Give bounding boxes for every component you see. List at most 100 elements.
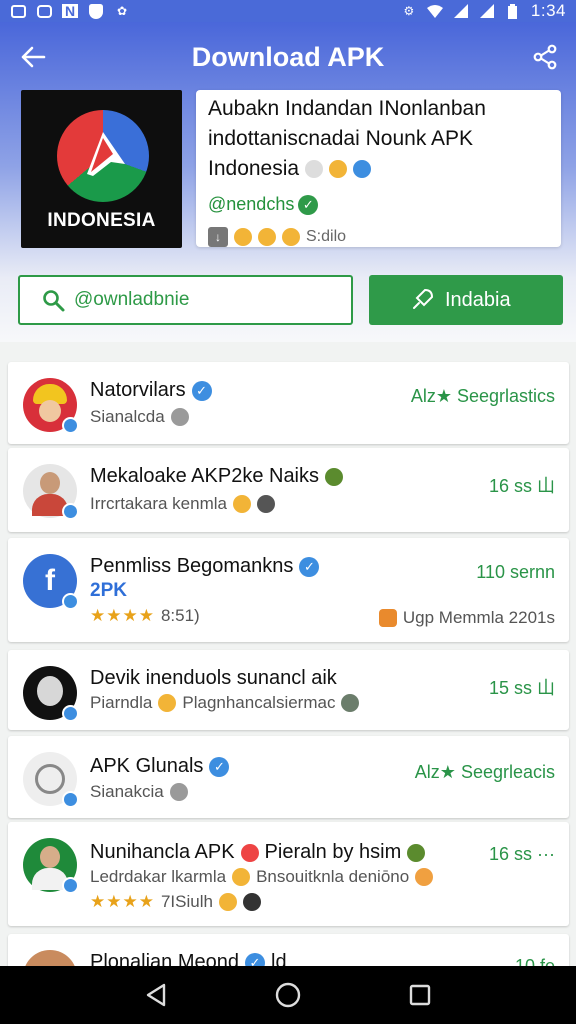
app-logo: INDONESIA bbox=[21, 90, 182, 248]
search-button-label: @ownladbnie bbox=[74, 289, 190, 310]
app-meta: ↓ S:dilo bbox=[208, 227, 549, 247]
nav-recents-button[interactable] bbox=[400, 975, 440, 1015]
item-name-text: Nunihancla APK bbox=[90, 841, 235, 863]
item-subtitle-extra: Plagnhancalsiermac bbox=[182, 693, 336, 712]
item-subtitle: Sianalcda bbox=[90, 407, 189, 427]
app-title-text: Aubakn Indandan INonlanban indottaniscna… bbox=[208, 97, 486, 180]
emoji-icon bbox=[341, 694, 360, 712]
item-rating: ★★★★ 8:51) bbox=[90, 606, 200, 626]
emoji-icon bbox=[158, 694, 177, 712]
page-title: Download APK bbox=[191, 42, 385, 72]
avatar bbox=[23, 464, 79, 520]
verified-icon: ✓ bbox=[191, 380, 212, 401]
emoji-icon bbox=[328, 160, 347, 179]
item-subtitle-text: Piarndla bbox=[90, 693, 153, 712]
list-item[interactable]: Natorvilars ✓ Sianalcda Alz★ Seegrlastic… bbox=[8, 362, 569, 444]
status-time: 1:34 bbox=[530, 1, 566, 20]
app-logo-label: INDONESIA bbox=[47, 210, 156, 231]
star-rating-icon: ★★★★ bbox=[90, 606, 155, 625]
item-name-text: Penmliss Begomankns bbox=[90, 555, 294, 577]
shield-icon bbox=[88, 3, 104, 19]
primary-button[interactable]: Indabia bbox=[369, 275, 563, 325]
emoji-icon bbox=[378, 609, 397, 627]
app-info-card: Aubakn Indandan INonlanban indottaniscna… bbox=[196, 90, 561, 247]
item-rating: ★★★★ 7ISiulh bbox=[90, 892, 261, 912]
item-name-extra: Pieraln by hsim bbox=[264, 841, 402, 863]
signal-icon bbox=[453, 4, 469, 18]
top-app-bar: Download APK bbox=[0, 36, 576, 80]
recents-square-icon bbox=[409, 984, 431, 1006]
item-subtitle-text: Sianalcda bbox=[90, 407, 165, 426]
item-right-label: Alz★ Seegrleacis bbox=[414, 762, 555, 782]
star-rating-icon: ★★★★ bbox=[90, 892, 155, 911]
item-subtitle: Sianakcia bbox=[90, 782, 188, 802]
item-rating-text: 7ISiulh bbox=[160, 892, 213, 911]
emoji-icon bbox=[352, 160, 371, 179]
verified-badge-icon bbox=[62, 791, 79, 808]
item-name: APK Glunals ✓ bbox=[90, 755, 230, 778]
app-header: Download APK INDONESIA Aubakn Indandan I… bbox=[0, 22, 576, 342]
avatar bbox=[23, 666, 79, 722]
avatar: f bbox=[23, 554, 79, 610]
emoji-icon bbox=[240, 843, 259, 862]
developer-handle[interactable]: @nendchs ✓ bbox=[208, 194, 549, 215]
list-item[interactable]: Mekaloake AKP2ke Naiks Irrcrtakara kenml… bbox=[8, 448, 569, 532]
emoji-icon bbox=[325, 467, 344, 486]
pin-icon bbox=[413, 288, 434, 309]
verified-icon: ✓ bbox=[209, 756, 230, 777]
verified-badge-icon bbox=[62, 593, 79, 610]
item-subtitle-extra: Bnsouitknla deniōno bbox=[256, 867, 410, 886]
item-right-label: Alz★ Seegrlastics bbox=[410, 386, 555, 406]
item-subtitle-text: Ledrdakar lkarmla bbox=[90, 867, 227, 886]
system-nav-bar bbox=[0, 966, 576, 1024]
item-type-badge: 2PK bbox=[90, 580, 127, 601]
emoji-icon bbox=[407, 843, 426, 862]
verified-badge-icon bbox=[62, 503, 79, 520]
list-item[interactable]: f Penmliss Begomankns ✓ 2PK ★★★★ 8:51) 1… bbox=[8, 538, 569, 642]
app-title: Aubakn Indandan INonlanban indottaniscna… bbox=[208, 94, 549, 184]
list-item[interactable]: Nunihancla APK Pieraln by hsim Ledrdakar… bbox=[8, 822, 569, 926]
item-name-text: APK Glunals bbox=[90, 755, 204, 777]
status-bar: N ✿ ⚙ 1:34 bbox=[0, 0, 576, 22]
developer-handle-text: @nendchs bbox=[208, 194, 295, 214]
item-name: Penmliss Begomankns ✓ bbox=[90, 555, 320, 578]
chat-icon bbox=[169, 783, 188, 801]
back-triangle-icon bbox=[146, 983, 166, 1007]
status-right-icons: ⚙ 1:34 bbox=[401, 1, 566, 21]
battery-icon bbox=[505, 3, 521, 19]
list-item[interactable]: APK Glunals ✓ Sianakcia Alz★ Seegrleacis bbox=[8, 736, 569, 818]
avatar bbox=[23, 378, 79, 434]
verified-badge-icon bbox=[62, 705, 79, 722]
item-name: Mekaloake AKP2ke Naiks bbox=[90, 465, 344, 488]
action-buttons: @ownladbnie Indabia bbox=[18, 275, 563, 327]
status-left-icons: N ✿ bbox=[10, 3, 130, 19]
logo-mark-icon bbox=[87, 132, 125, 176]
search-icon bbox=[43, 290, 65, 312]
gear-icon: ⚙ bbox=[403, 4, 415, 18]
verified-badge-icon bbox=[62, 417, 79, 434]
emoji-icon bbox=[282, 228, 300, 246]
item-right-label: 110 sernn bbox=[476, 562, 555, 582]
avatar bbox=[23, 838, 79, 894]
item-subtitle: Ledrdakar lkarmla Bnsouitknla deniōno bbox=[90, 867, 434, 887]
list-item[interactable]: Devik inenduols sunancl aik Piarndla Pla… bbox=[8, 650, 569, 730]
item-right-label: 15 ss 山 bbox=[488, 678, 555, 698]
nav-back-button[interactable] bbox=[136, 975, 176, 1015]
signal-icon bbox=[479, 4, 495, 18]
item-subtitle: Irrcrtakara kenmla bbox=[90, 494, 275, 514]
home-circle-icon bbox=[275, 982, 301, 1008]
download-badge-icon: ↓ bbox=[208, 227, 228, 247]
share-button[interactable] bbox=[528, 40, 562, 74]
item-subtitle-text: Irrcrtakara kenmla bbox=[90, 494, 227, 513]
emoji-icon bbox=[232, 868, 251, 886]
image-icon bbox=[10, 4, 26, 18]
emoji-icon bbox=[218, 893, 237, 911]
camera-icon bbox=[36, 4, 52, 18]
verified-icon: ✓ bbox=[298, 194, 319, 215]
share-icon bbox=[533, 44, 557, 70]
emoji-icon bbox=[256, 495, 275, 513]
item-right-label: 16 ss ··· bbox=[488, 844, 555, 864]
nav-home-button[interactable] bbox=[268, 975, 308, 1015]
item-name-text: Mekaloake AKP2ke Naiks bbox=[90, 465, 320, 487]
search-button[interactable]: @ownladbnie bbox=[18, 275, 353, 325]
